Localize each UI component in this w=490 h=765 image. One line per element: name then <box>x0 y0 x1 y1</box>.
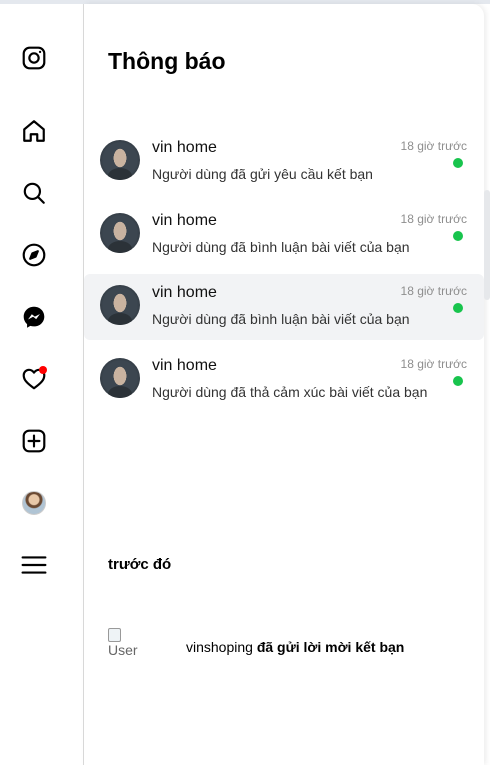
broken-user-image: User <box>108 628 144 664</box>
notification-message: Người dùng đã bình luận bài viết của bạn <box>152 311 410 327</box>
unread-dot <box>453 158 463 168</box>
unread-dot <box>453 303 463 313</box>
notifications-panel: Thông báo vin home Người dùng đã gửi yêu… <box>84 4 484 765</box>
scrollbar[interactable] <box>484 190 490 300</box>
notification-badge <box>39 366 47 374</box>
notification-user-name: vin home <box>152 357 217 374</box>
unread-dot <box>453 376 463 386</box>
previous-notification-username[interactable]: vinshoping <box>186 639 253 655</box>
profile-avatar[interactable] <box>19 488 49 518</box>
broken-image-icon <box>108 628 121 642</box>
instagram-logo-icon[interactable] <box>19 43 49 73</box>
notification-item[interactable]: vin home Người dùng đã thả cảm xúc bài v… <box>84 347 484 413</box>
search-icon[interactable] <box>19 178 49 208</box>
user-avatar <box>100 140 140 180</box>
previous-section-title: trước đó <box>108 556 172 573</box>
notification-time: 18 giờ trước <box>400 139 467 153</box>
previous-notification-item[interactable]: User vinshoping đã gửi lời mời kết bạn <box>84 620 484 668</box>
previous-notification-action: đã gửi lời mời kết bạn <box>252 639 405 655</box>
home-icon[interactable] <box>19 116 49 146</box>
notification-item[interactable]: vin home Người dùng đã bình luận bài viế… <box>84 274 484 340</box>
panel-title: Thông báo <box>108 48 226 74</box>
notification-user-name: vin home <box>152 139 217 156</box>
notification-item[interactable]: vin home Người dùng đã gửi yêu cầu kết b… <box>84 129 484 195</box>
image-alt-text: User <box>108 642 138 658</box>
notification-message: Người dùng đã bình luận bài viết của bạn <box>152 239 410 255</box>
notification-time: 18 giờ trước <box>400 212 467 226</box>
unread-dot <box>453 231 463 241</box>
notification-time: 18 giờ trước <box>400 357 467 371</box>
menu-hamburger-icon[interactable] <box>19 550 49 580</box>
user-avatar <box>100 285 140 325</box>
create-plus-icon[interactable] <box>19 426 49 456</box>
notification-user-name: vin home <box>152 212 217 229</box>
previous-notification-text: vinshoping đã gửi lời mời kết bạn <box>186 639 404 655</box>
sidebar <box>0 4 84 765</box>
notification-item[interactable]: vin home Người dùng đã bình luận bài viế… <box>84 202 484 268</box>
notification-message: Người dùng đã gửi yêu cầu kết bạn <box>152 166 373 182</box>
compass-icon[interactable] <box>19 240 49 270</box>
messenger-icon[interactable] <box>19 302 49 332</box>
user-avatar <box>100 358 140 398</box>
notification-message: Người dùng đã thả cảm xúc bài viết của b… <box>152 384 428 400</box>
notification-time: 18 giờ trước <box>400 284 467 298</box>
heart-icon[interactable] <box>19 364 49 394</box>
user-avatar <box>100 213 140 253</box>
notification-user-name: vin home <box>152 284 217 301</box>
